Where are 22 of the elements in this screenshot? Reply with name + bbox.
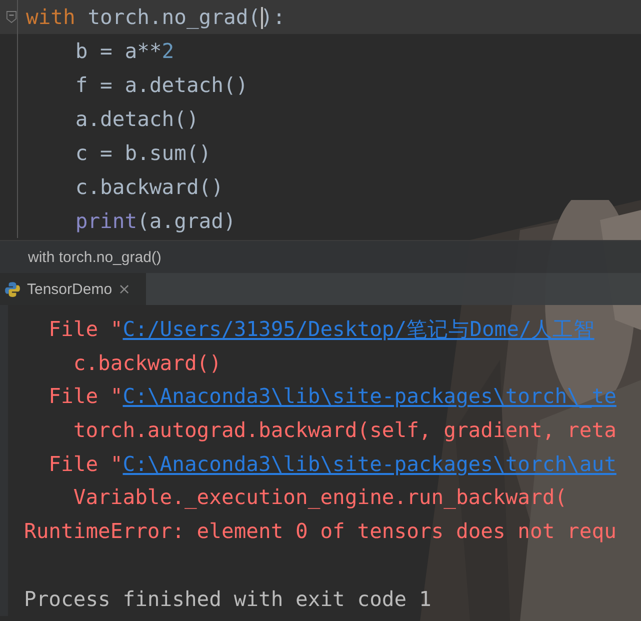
- console-text: File ": [48, 384, 123, 408]
- code-line: print(a.grad): [0, 204, 641, 238]
- console-text: torch.autograd.backward(self, gradient, reta: [73, 418, 616, 442]
- run-tab[interactable]: TensorDemo ×: [0, 273, 146, 305]
- console-text: Variable._execution_engine.run_backward(: [73, 485, 568, 510]
- breadcrumb[interactable]: with torch.no_grad(): [28, 248, 162, 266]
- code-line: c = b.sum(): [0, 136, 641, 170]
- console-text: RuntimeError: element 0 of tensors does not requ: [24, 519, 616, 544]
- code-line: c.backward(): [0, 170, 641, 204]
- file-link[interactable]: C:\Anaconda3\lib\site-packages\torch\_te: [122, 384, 616, 408]
- console-text: File ": [48, 317, 123, 341]
- file-link[interactable]: C:\Anaconda3\lib\site-packages\torch\aut: [122, 452, 616, 476]
- code-line: f = a.detach(): [0, 68, 641, 102]
- console-text: Process finished with exit code 1: [24, 586, 432, 610]
- code-line: a.detach(): [0, 102, 641, 136]
- python-icon: [4, 280, 21, 298]
- close-icon[interactable]: ×: [118, 280, 131, 298]
- file-link[interactable]: C:/Users/31395/Desktop/笔记与Dome/人工智: [122, 317, 594, 341]
- console-text: File ": [48, 452, 123, 476]
- code-line: b = a**2: [0, 34, 641, 68]
- console-text: c.backward(): [73, 350, 222, 375]
- fold-icon[interactable]: [6, 10, 17, 24]
